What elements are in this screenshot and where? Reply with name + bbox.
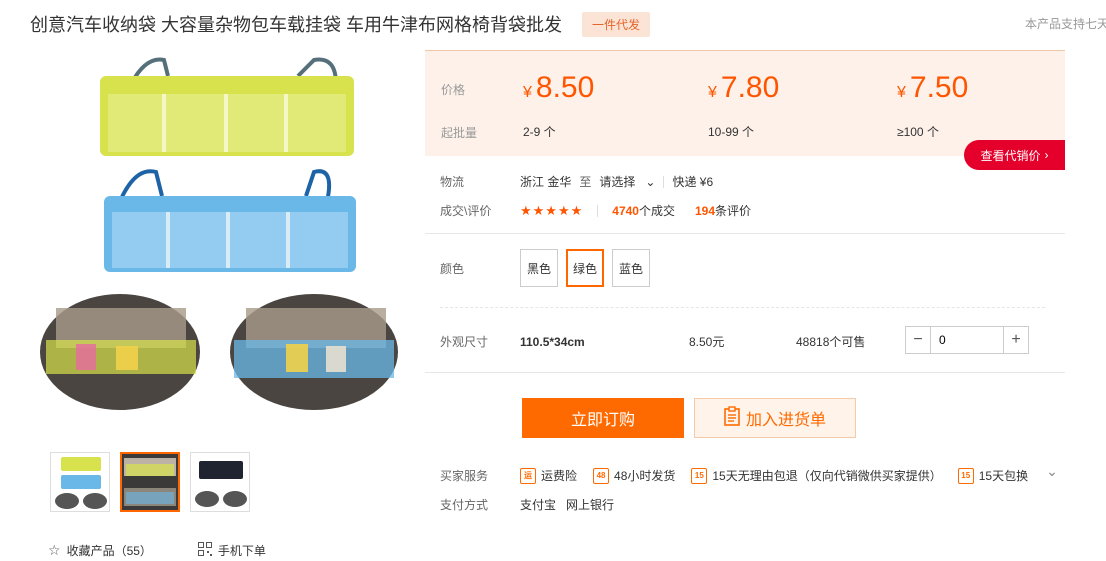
decrement-button[interactable]: − (905, 326, 931, 354)
thumbnail-1[interactable] (50, 452, 110, 512)
chevron-right-icon: › (1044, 148, 1049, 162)
thumbnail-1-image (51, 453, 109, 511)
service-text: 15天包换 (978, 469, 1029, 483)
divider (425, 372, 1065, 373)
size-label: 外观尺寸 (440, 335, 489, 349)
payment-method-bank: 网上银行 (566, 498, 615, 512)
tier-price: 8.50 (535, 71, 595, 104)
price-label: 价格 (441, 83, 466, 97)
size-value: 110.5*34cm (520, 334, 585, 349)
main-product-image[interactable] (36, 46, 406, 426)
logistics-row: 物流 浙江 金华 至 请选择 ⌄ 快递 ¥6 (440, 173, 713, 190)
service-text: 运费险 (541, 469, 578, 483)
agent-price-label: 查看代销价 (980, 148, 1041, 163)
price-tier-1: ¥8.50 2-9 个 (523, 73, 594, 140)
agent-price-button[interactable]: 查看代销价 › (964, 140, 1065, 170)
thumbnail-2[interactable] (120, 452, 180, 512)
color-option-black[interactable]: 黑色 (520, 249, 558, 287)
15day-exchange-icon: 15 (957, 467, 974, 484)
thumbnail-3[interactable] (190, 452, 250, 512)
add-to-list-button[interactable]: 加入进货单 (694, 398, 856, 438)
review-suffix: 条评价 (715, 204, 752, 218)
increment-button[interactable]: + (1003, 326, 1029, 354)
support-note: 本产品支持七天 (1025, 17, 1106, 31)
to-text: 至 (579, 175, 592, 189)
review-count: 194 (695, 204, 716, 218)
moq-label: 起批量 (441, 126, 478, 140)
thumbnail-strip (50, 452, 250, 512)
separator (597, 204, 599, 217)
tier-price: 7.50 (909, 71, 969, 104)
product-photo (40, 57, 398, 410)
buy-now-button[interactable]: 立即订购 (522, 398, 684, 438)
services-label: 买家服务 (440, 469, 489, 483)
expand-chevron-icon[interactable]: ⌄ (1046, 463, 1058, 480)
mobile-order-label: 手机下单 (217, 544, 266, 558)
bottom-actions: ☆ 收藏产品（55） 手机下单 (48, 542, 306, 559)
product-title: 创意汽车收纳袋 大容量杂物包车载挂袋 车用牛津布网格椅背袋批发 (30, 15, 562, 35)
express-fee: 快递 ¥6 (672, 175, 714, 189)
service-freight-insurance[interactable]: 运运费险 (520, 467, 577, 484)
payment-label: 支付方式 (440, 498, 489, 512)
rating-stars: ★★★★★ (520, 202, 584, 218)
currency-symbol: ¥ (708, 84, 717, 101)
favorite-label: 收藏产品（55） (66, 544, 152, 558)
quantity-stepper: − + (905, 326, 1029, 354)
deal-suffix: 个成交 (638, 204, 675, 218)
payment-method-alipay: 支付宝 (520, 498, 557, 512)
currency-symbol: ¥ (523, 84, 532, 101)
deal-count: 4740 (612, 204, 639, 218)
title-bar: 创意汽车收纳袋 大容量杂物包车载挂袋 车用牛津布网格椅背袋批发 一件代发 (30, 10, 651, 38)
color-label: 颜色 (440, 261, 465, 276)
deal-count-link[interactable]: 4740个成交 (612, 202, 675, 219)
tier-price: 7.80 (720, 71, 780, 104)
separator (663, 175, 665, 188)
price-tier-3: ¥7.50 ≥100 个 (897, 73, 968, 140)
deals-row: 成交\评价 ★★★★★ 4740个成交 194条评价 (440, 202, 751, 219)
size-price: 8.50元 (689, 335, 725, 349)
price-panel: 价格 起批量 ¥8.50 2-9 个 ¥7.80 10-99 个 ¥7.50 ≥… (425, 50, 1065, 156)
origin-location: 浙江 金华 (520, 175, 572, 189)
review-count-link[interactable]: 194条评价 (695, 202, 751, 219)
payment-row: 支付方式 支付宝 网上银行 (440, 496, 614, 513)
logistics-label: 物流 (440, 175, 465, 189)
mobile-order-button[interactable]: 手机下单 (197, 542, 266, 559)
destination-select[interactable]: 请选择 ⌄ (599, 173, 655, 190)
add-to-list-label: 加入进货单 (745, 412, 826, 429)
destination-value: 请选择 (599, 175, 636, 189)
deals-label: 成交\评价 (440, 204, 492, 218)
favorite-button[interactable]: ☆ 收藏产品（55） (48, 542, 152, 559)
price-tier-2: ¥7.80 10-99 个 (708, 73, 779, 140)
divider (425, 233, 1065, 234)
tier-qty: ≥100 个 (897, 125, 939, 139)
service-48h-ship[interactable]: 48 48小时发货 (593, 467, 675, 484)
freight-insurance-icon: 运 (520, 467, 536, 484)
tier-qty: 2-9 个 (523, 125, 556, 139)
service-text: 15天无理由包退（仅向代销微供买家提供） (712, 469, 942, 483)
tier-qty: 10-99 个 (708, 125, 755, 139)
48h-ship-icon: 48 (593, 467, 610, 484)
thumbnail-2-image (122, 454, 178, 510)
15day-return-icon: 15 (691, 467, 708, 484)
color-option-blue[interactable]: 蓝色 (612, 249, 650, 287)
star-outline-icon: ☆ (48, 542, 61, 558)
quantity-input[interactable] (931, 326, 1003, 354)
service-15day-return[interactable]: 15 15天无理由包退（仅向代销微供买家提供） (691, 467, 942, 484)
qr-code-icon (197, 542, 212, 559)
color-option-green[interactable]: 绿色 (566, 249, 604, 287)
clipboard-icon (724, 405, 740, 431)
service-15day-exchange[interactable]: 15 15天包换 (957, 467, 1029, 484)
currency-symbol: ¥ (897, 84, 906, 101)
color-row: 颜色 黑色 绿色 蓝色 (440, 249, 658, 287)
service-text: 48小时发货 (614, 469, 676, 483)
size-row: 外观尺寸 110.5*34cm 8.50元 48818个可售 (440, 333, 865, 350)
dashed-divider (440, 307, 1045, 308)
dropship-badge[interactable]: 一件代发 (582, 11, 651, 37)
thumbnail-3-image (191, 453, 249, 511)
services-row: 买家服务 运运费险 48 48小时发货 15 15天无理由包退（仅向代销微供买家提供… (440, 463, 1058, 484)
size-stock: 48818个可售 (796, 335, 866, 349)
chevron-down-icon: ⌄ (645, 174, 656, 189)
